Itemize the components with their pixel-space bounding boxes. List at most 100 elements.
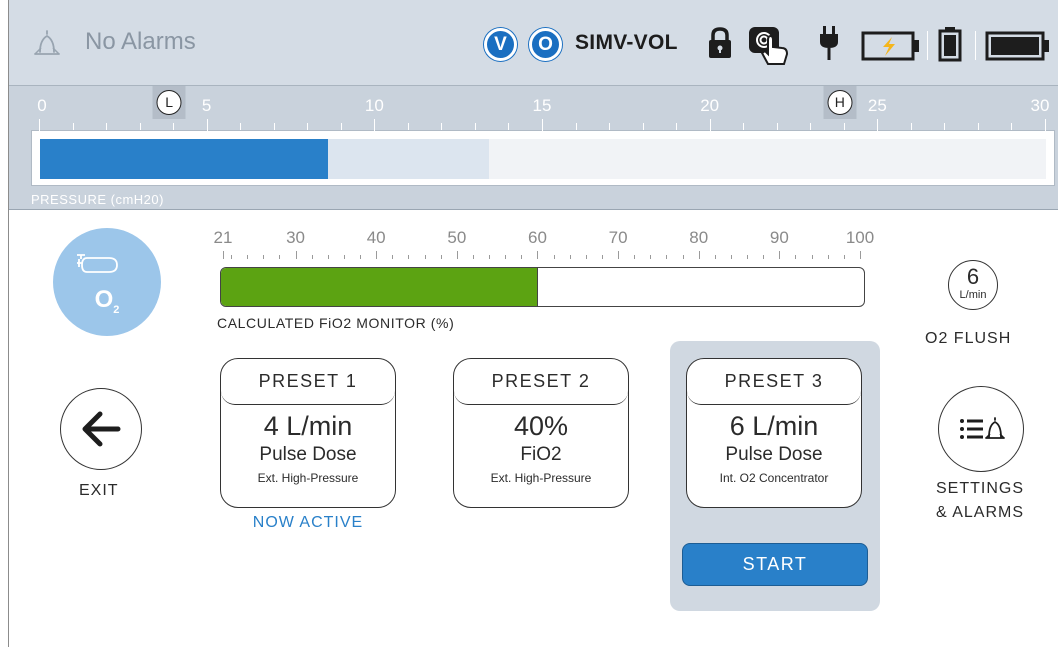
battery-full-icon bbox=[985, 31, 1049, 61]
pressure-bar bbox=[31, 130, 1055, 186]
preset-type: FiO2 bbox=[520, 444, 562, 465]
fio2-bar bbox=[220, 267, 865, 307]
fio2-minor-tick bbox=[795, 255, 797, 259]
fio2-minor-tick bbox=[505, 255, 507, 259]
o2-flush-value: 6 bbox=[966, 264, 980, 289]
pressure-minor-tick bbox=[575, 123, 577, 130]
fio2-caption: CALCULATED FiO2 MONITOR (%) bbox=[217, 315, 455, 331]
pressure-tick-label: 10 bbox=[364, 96, 384, 115]
preset-value: 4 L/min bbox=[263, 411, 353, 441]
ventilation-mode[interactable]: SIMV-VOL bbox=[575, 31, 678, 55]
settings-label-line1: SETTINGS bbox=[935, 480, 1024, 497]
fio2-minor-tick bbox=[666, 255, 668, 259]
pressure-minor-tick bbox=[642, 123, 644, 130]
fio2-minor-tick bbox=[650, 255, 652, 259]
pressure-minor-tick bbox=[474, 123, 476, 130]
pressure-minor-tick bbox=[843, 123, 845, 130]
fio2-minor-tick bbox=[231, 255, 233, 259]
low-pressure-limit-marker[interactable]: L bbox=[156, 90, 182, 115]
oxygen-cylinder-icon bbox=[77, 254, 118, 273]
pressure-minor-tick bbox=[72, 123, 74, 130]
pressure-tick-label: 0 bbox=[37, 96, 47, 115]
bell-icon bbox=[34, 30, 60, 55]
o2-flush-button[interactable]: 6 L/min bbox=[948, 260, 998, 310]
fio2-minor-tick bbox=[408, 255, 410, 259]
fio2-tick-label: 80 bbox=[689, 228, 709, 247]
fio2-tick-label: 21 bbox=[213, 228, 233, 247]
oxygen-source-button[interactable]: O2 bbox=[53, 228, 161, 336]
pressure-minor-tick bbox=[910, 123, 912, 130]
alarm-status-text[interactable]: No Alarms bbox=[85, 28, 196, 56]
start-button[interactable]: START bbox=[682, 543, 868, 586]
fio2-minor-tick bbox=[827, 255, 829, 259]
fio2-major-tick bbox=[223, 251, 224, 259]
pressure-major-tick bbox=[709, 119, 711, 131]
pressure-minor-tick bbox=[441, 123, 443, 130]
fio2-major-tick bbox=[537, 251, 539, 259]
pressure-minor-tick bbox=[407, 123, 409, 130]
fio2-major-tick bbox=[295, 251, 297, 259]
high-pressure-limit-marker[interactable]: H bbox=[827, 90, 853, 115]
fio2-minor-tick bbox=[279, 255, 281, 259]
battery-divider bbox=[975, 31, 976, 60]
preset-title: PRESET 1 bbox=[221, 359, 395, 405]
pressure-minor-tick bbox=[776, 123, 778, 130]
pressure-minor-tick bbox=[307, 123, 309, 130]
pressure-minor-tick bbox=[609, 123, 611, 130]
fio2-fill bbox=[221, 268, 539, 306]
fio2-minor-tick bbox=[811, 255, 813, 259]
settings-alarms-label: SETTINGS & ALARMS bbox=[915, 477, 1045, 525]
fio2-major-tick bbox=[860, 251, 861, 259]
fio2-minor-tick bbox=[472, 255, 474, 259]
pressure-minor-tick bbox=[106, 123, 108, 130]
fio2-tick-label: 40 bbox=[366, 228, 386, 247]
preset-title: PRESET 2 bbox=[454, 359, 628, 405]
fio2-minor-tick bbox=[263, 255, 265, 259]
fio2-major-tick bbox=[376, 251, 378, 259]
pressure-minor-tick bbox=[173, 123, 175, 130]
pressure-tick-label: 5 bbox=[201, 96, 212, 115]
fio2-minor-tick bbox=[360, 255, 362, 259]
lock-icon[interactable] bbox=[707, 26, 733, 60]
pressure-minor-tick bbox=[273, 123, 275, 130]
device-screen: No Alarms V O SIMV-VOL L H PRESSURE (cmH… bbox=[8, 0, 1058, 647]
preset-2-card[interactable]: PRESET 2 40% FiO2 Ext. High-Pressure bbox=[453, 358, 629, 508]
fio2-tick-label: 60 bbox=[527, 228, 547, 247]
pressure-label: PRESSURE (cmH20) bbox=[31, 192, 164, 207]
fio2-major-tick bbox=[698, 251, 700, 259]
preset-type: Pulse Dose bbox=[259, 444, 357, 465]
exit-button[interactable] bbox=[60, 388, 142, 470]
preset-3-card[interactable]: PRESET 3 6 L/min Pulse Dose Int. O2 Conc… bbox=[686, 358, 862, 508]
touch-icon[interactable] bbox=[746, 24, 794, 68]
preset-1-card[interactable]: PRESET 1 4 L/min Pulse Dose Ext. High-Pr… bbox=[220, 358, 396, 508]
fio2-minor-tick bbox=[247, 255, 249, 259]
settings-alarms-button[interactable] bbox=[938, 386, 1024, 472]
fio2-major-tick bbox=[618, 251, 620, 259]
fio2-tick-label: 50 bbox=[447, 228, 467, 247]
pressure-tick-label: 30 bbox=[1030, 96, 1050, 115]
fio2-minor-tick bbox=[843, 255, 845, 259]
o2-flush-label: O2 FLUSH bbox=[925, 330, 1012, 347]
fio2-minor-tick bbox=[714, 255, 716, 259]
preset-source: Ext. High-Pressure bbox=[490, 471, 592, 485]
pressure-major-tick bbox=[542, 119, 543, 131]
volume-mode-badge: V bbox=[484, 28, 517, 61]
fio2-minor-tick bbox=[392, 255, 394, 259]
pressure-minor-tick bbox=[340, 123, 342, 130]
pressure-major-tick bbox=[374, 119, 376, 131]
pressure-tick-label: 25 bbox=[867, 96, 887, 115]
fio2-minor-tick bbox=[763, 255, 765, 259]
plug-icon bbox=[820, 26, 838, 60]
preset-type: Pulse Dose bbox=[725, 444, 823, 465]
exit-label: EXIT bbox=[79, 482, 119, 499]
pressure-minor-tick bbox=[977, 123, 979, 130]
fio2-tick-label: 90 bbox=[769, 228, 789, 247]
fio2-minor-tick bbox=[747, 255, 749, 259]
fio2-minor-tick bbox=[585, 255, 587, 259]
pressure-minor-tick bbox=[508, 123, 510, 130]
pressure-minor-tick bbox=[676, 123, 678, 130]
battery-small-icon bbox=[938, 27, 962, 62]
preset-title: PRESET 3 bbox=[687, 359, 861, 405]
pressure-major-tick bbox=[877, 119, 879, 131]
pressure-minor-tick bbox=[139, 123, 141, 130]
